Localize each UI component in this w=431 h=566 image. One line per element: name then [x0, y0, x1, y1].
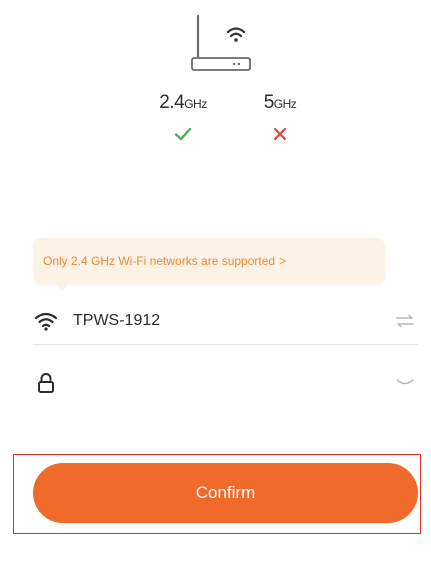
band-24ghz: 2.4GHz: [148, 92, 218, 145]
band-5ghz: 5GHz: [245, 92, 315, 145]
check-icon: [148, 125, 218, 145]
wifi-network-field[interactable]: TPWS-1912: [33, 298, 418, 345]
band-24ghz-label: 2.4GHz: [159, 92, 207, 113]
chevron-right-icon: >: [279, 254, 287, 268]
password-input[interactable]: [73, 367, 392, 399]
band-5ghz-label: 5GHz: [263, 92, 297, 113]
band-notice-text: Only 2.4 GHz Wi-Fi networks are supporte…: [43, 254, 276, 268]
lock-icon: [33, 370, 59, 396]
wifi-icon: [33, 308, 59, 334]
band-notice-banner[interactable]: Only 2.4 GHz Wi-Fi networks are supporte…: [33, 238, 385, 291]
router-icon: [191, 14, 251, 71]
notice-pointer: [55, 284, 69, 291]
band-support-row: 2.4GHz 5GHz: [0, 92, 431, 152]
switch-network-icon[interactable]: [392, 311, 418, 331]
confirm-button[interactable]: Confirm: [33, 463, 418, 523]
wifi-ssid: TPWS-1912: [73, 312, 161, 329]
eye-closed-icon[interactable]: [392, 373, 418, 393]
cross-icon: [245, 125, 315, 145]
password-field[interactable]: [33, 360, 418, 406]
